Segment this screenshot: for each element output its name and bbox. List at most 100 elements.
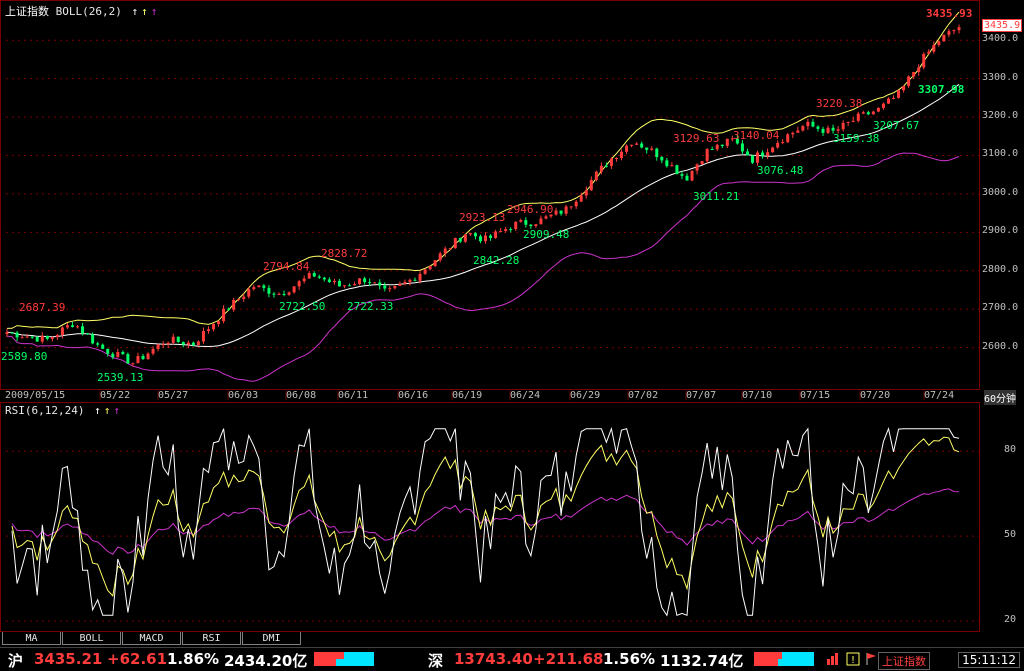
date-tick-mark: | [683, 390, 690, 401]
sh-percent: 1.86% [167, 650, 220, 668]
candlestick [473, 231, 477, 240]
price-tick-label: 3000.0 [982, 186, 1019, 198]
price-tick-label: 3200.0 [982, 110, 1019, 122]
tab-macd[interactable]: MACD [122, 632, 181, 645]
price-annotation: 3129.63 [673, 132, 719, 145]
tab-boll[interactable]: BOLL [62, 632, 121, 645]
index-tab[interactable]: 上证指数 [878, 652, 930, 670]
candlestick [196, 340, 200, 346]
rsi-chart [6, 426, 979, 622]
tab-dmi[interactable]: DMI [242, 632, 301, 645]
price-annotation: 3159.38 [833, 132, 879, 145]
candlestick [423, 269, 427, 275]
candlestick [539, 215, 543, 225]
candlestick [257, 285, 261, 288]
candlestick [947, 28, 951, 38]
candlestick [186, 340, 190, 349]
candlestick [680, 171, 684, 180]
low-annotation: 3307.98 [918, 83, 964, 96]
candlestick [655, 147, 659, 161]
date-tick-label: 06/08 [286, 390, 317, 401]
rsi-tick-label: 20 [1004, 614, 1017, 625]
candlestick [917, 64, 921, 76]
candlestick [821, 126, 825, 137]
candlestick [40, 332, 44, 344]
date-tick-label: 07/24 [924, 390, 955, 401]
date-tick-label: 07/10 [742, 390, 773, 401]
volume-bar-icon[interactable] [826, 652, 840, 666]
candlestick [141, 353, 145, 361]
candlestick [136, 352, 140, 364]
candlestick [685, 173, 689, 181]
candlestick [151, 346, 155, 356]
candlestick [348, 283, 352, 287]
candlestick [65, 322, 69, 329]
candlestick [574, 200, 578, 210]
rsi-chart-panel[interactable]: RSI(6,12,24) ↑ ↑ ↑ [0, 402, 980, 632]
candlestick [584, 186, 588, 199]
candlestick [292, 286, 296, 294]
candlestick [484, 232, 488, 244]
candlestick [801, 124, 805, 132]
candlestick [302, 275, 306, 284]
flag-icon[interactable] [864, 652, 878, 666]
alert-icon[interactable]: ! [846, 652, 860, 666]
candlestick [902, 85, 906, 93]
candlestick [232, 297, 236, 312]
date-tick-label: 06/24 [510, 390, 541, 401]
date-tick-label: 2009/05/15 [5, 390, 66, 401]
candlestick [489, 234, 493, 241]
candlestick [559, 210, 563, 216]
date-tick-mark: | [97, 390, 104, 401]
sz-price: 13743.40 [454, 650, 533, 668]
candlestick [866, 110, 870, 116]
tab-rsi[interactable]: RSI [182, 632, 241, 645]
date-tick-label: 06/11 [338, 390, 369, 401]
candlestick [413, 277, 417, 282]
price-annotation: 2794.84 [263, 260, 310, 273]
indicator-tabs: MA BOLL MACD RSI DMI [0, 632, 1024, 646]
tab-ma[interactable]: MA [2, 632, 61, 645]
candlestick [912, 71, 916, 79]
candlestick [781, 139, 785, 145]
candlestick [317, 274, 321, 279]
price-annotation: 2722.50 [279, 300, 325, 313]
price-chart-panel[interactable]: 上证指数 BOLL(26,2) ↑ ↑ ↑ 2687.39 2589.80 2539.1… [0, 0, 980, 390]
candlestick [262, 284, 266, 292]
candlestick [50, 336, 54, 342]
candlestick [952, 29, 956, 35]
date-tick-label: 07/07 [686, 390, 717, 401]
candlestick [509, 227, 513, 233]
rsi-axis: 80 50 20 [980, 402, 1024, 632]
candlestick [237, 298, 241, 302]
candlestick [60, 326, 64, 339]
candlestick [70, 322, 74, 328]
price-tick-label: 2900.0 [982, 225, 1019, 237]
price-tick-label: 3400.0 [982, 33, 1019, 45]
candlestick [620, 149, 624, 161]
candlestick [428, 265, 432, 271]
candlestick [932, 41, 936, 54]
candlestick [806, 118, 810, 130]
sh-price: 3435.21 [34, 650, 103, 668]
date-tick-mark: | [449, 390, 456, 401]
candlestick [881, 102, 885, 110]
candlestick [146, 352, 150, 360]
candlestick [55, 334, 59, 340]
candlestick [665, 157, 669, 168]
candlestick [871, 110, 875, 115]
date-tick-label: 05/27 [158, 390, 189, 401]
candlestick [86, 332, 90, 335]
date-tick-label: 07/02 [628, 390, 659, 401]
candlestick [876, 107, 880, 113]
candlestick [514, 221, 518, 232]
candlestick [640, 141, 644, 149]
candlestick [826, 125, 830, 135]
price-annotation: 2589.80 [1, 350, 47, 363]
high-annotation: 3435.93 [926, 7, 972, 20]
boll-lower-band [6, 152, 960, 382]
candlestick [796, 126, 800, 133]
price-chart: 2687.39 2589.80 2539.13 2794.84 2722.50 2828.… [1, 7, 979, 384]
candlestick [101, 343, 105, 349]
candlestick [287, 291, 291, 296]
